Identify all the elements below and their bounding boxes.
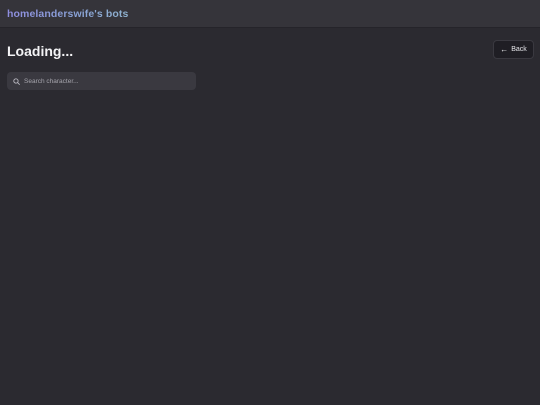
search-icon (13, 77, 20, 85)
back-button-label: Back (511, 46, 527, 53)
search-box[interactable] (7, 72, 196, 90)
back-button[interactable]: ← Back (493, 40, 534, 59)
search-input[interactable] (24, 77, 184, 85)
page-title: Loading... (7, 43, 74, 59)
title-row: Loading... ← Back (7, 40, 534, 60)
site-brand[interactable]: homelanderswife's bots (7, 8, 128, 20)
arrow-left-icon: ← (500, 44, 509, 54)
top-bar: homelanderswife's bots (0, 0, 540, 28)
